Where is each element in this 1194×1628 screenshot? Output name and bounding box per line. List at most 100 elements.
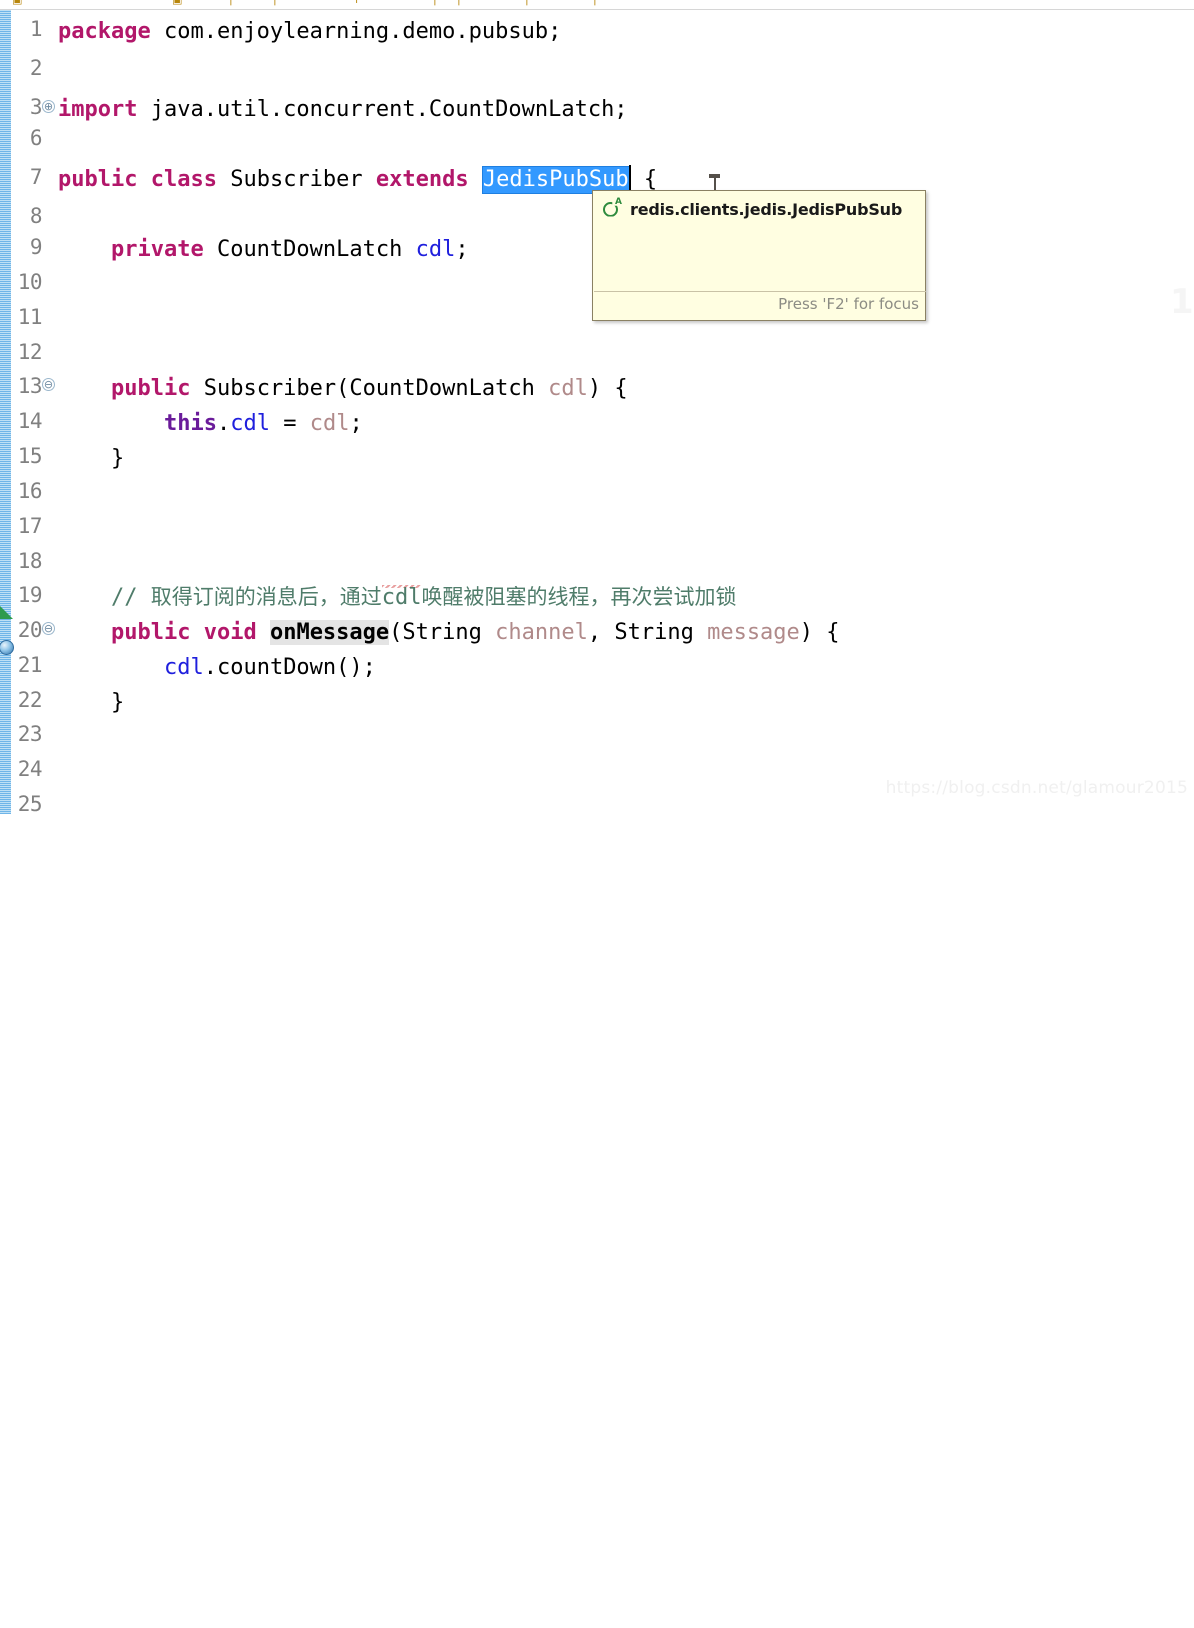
code-line-9[interactable]: private CountDownLatch cdl;	[58, 230, 469, 269]
space-2	[469, 167, 482, 192]
line-number: 18	[17, 549, 43, 573]
keyword-public-method: public	[110, 620, 191, 645]
line-number: 10	[17, 270, 43, 294]
import-path: java.util.concurrent.CountDownLatch;	[137, 97, 628, 122]
class-name-subscriber: Subscriber	[216, 167, 376, 192]
line-number: 24	[17, 757, 43, 781]
abstract-class-icon: A	[603, 196, 622, 219]
line-number: 13	[17, 374, 43, 398]
code-line-20[interactable]: public void onMessage(String channel, St…	[58, 613, 840, 652]
fold-marker-line-20[interactable]: ⊖	[42, 622, 55, 635]
close-brace-15: }	[110, 446, 125, 471]
comment-slashes: //	[110, 585, 151, 610]
line-number: 16	[17, 479, 43, 503]
method-name-onmessage[interactable]: onMessage	[269, 620, 390, 645]
code-line-14[interactable]: this.cdl = cdl;	[58, 404, 363, 443]
assign-operator: =	[269, 411, 310, 436]
tooltip-header-row: A redis.clients.jedis.JedisPubSub	[603, 196, 903, 219]
type-countdownlatch: CountDownLatch	[203, 237, 416, 262]
folding-ruler[interactable]: ⊕ ⊖ ⊖	[42, 10, 58, 814]
code-line-1[interactable]: package com.enjoylearning.demo.pubsub;	[58, 12, 561, 51]
parameter-channel: channel	[495, 620, 588, 645]
change-indicator-bar	[0, 10, 11, 814]
toolbar-icon-5[interactable]: +	[352, 0, 365, 7]
toolbar-icon-3[interactable]: ∣	[228, 0, 241, 7]
keyword-extends: extends	[375, 167, 469, 192]
method-param-sep: , String	[587, 620, 708, 645]
code-editor[interactable]: 1 2 3 6 7 8 9 10 11 12 13 14 15 16 17 18…	[0, 10, 1194, 816]
code-line-19[interactable]: // 取得订阅的消息后，通过cdl唤醒被阻塞的线程，再次尝试加锁	[58, 578, 736, 617]
comment-chinese-part-2: 唤醒被阻塞的线程，再次尝试加锁	[421, 585, 737, 609]
keyword-public-ctor: public	[110, 376, 191, 401]
fold-marker-line-13[interactable]: ⊖	[42, 378, 55, 391]
code-line-13[interactable]: public Subscriber(CountDownLatch cdl) {	[58, 369, 628, 408]
tooltip-title: redis.clients.jedis.JedisPubSub	[630, 200, 903, 219]
line-number: 3	[29, 95, 43, 119]
keyword-this: this	[163, 411, 217, 436]
line-number: 11	[17, 305, 43, 329]
keyword-package: package	[58, 19, 151, 44]
toolbar-icon-6[interactable]: ∣	[432, 0, 445, 7]
field-cdl: cdl	[415, 237, 456, 262]
line-number: 17	[17, 514, 43, 538]
toolbar-icon-7[interactable]: ∣	[456, 0, 469, 7]
line-number: 8	[29, 204, 43, 228]
line-number: 9	[29, 235, 43, 259]
code-line-7[interactable]: public class Subscriber extends JedisPub…	[58, 160, 657, 199]
code-line-22[interactable]: }	[58, 683, 124, 722]
field-cdl-call: cdl	[163, 655, 204, 680]
open-brace: {	[630, 167, 658, 192]
class-icon-superscript: A	[615, 196, 622, 207]
line-number-ruler: 1 2 3 6 7 8 9 10 11 12 13 14 15 16 17 18…	[11, 10, 44, 816]
space-1	[137, 167, 150, 192]
tooltip-body: A redis.clients.jedis.JedisPubSub	[593, 191, 925, 291]
semicolon-14: ;	[349, 411, 363, 436]
package-name: com.enjoylearning.demo.pubsub;	[150, 19, 562, 44]
toolbar-icon-1[interactable]: ▣	[12, 0, 25, 7]
fold-marker-line-3[interactable]: ⊕	[42, 100, 55, 113]
parameter-message: message	[707, 620, 800, 645]
line-number: 6	[29, 126, 43, 150]
toolbar-icon-4[interactable]: ∣	[272, 0, 285, 7]
line-number: 22	[17, 688, 43, 712]
tooltip-footer-separator	[594, 291, 926, 292]
keyword-public: public	[58, 167, 138, 192]
line-number: 19	[17, 583, 43, 607]
method-open-paren: (String	[389, 620, 496, 645]
code-line-3[interactable]: import java.util.concurrent.CountDownLat…	[58, 90, 628, 129]
line-number: 7	[29, 165, 43, 189]
comment-chinese-part-1: 取得订阅的消息后，通过	[150, 585, 382, 609]
watermark-ghost: 1	[1170, 282, 1194, 322]
keyword-private: private	[110, 237, 204, 262]
line-number: 20	[17, 618, 43, 642]
code-line-21[interactable]: cdl.countDown();	[58, 648, 376, 687]
comment-code-cdl: cdl	[381, 585, 422, 610]
line-number: 12	[17, 340, 43, 364]
toolbar-strip[interactable]: ▣ ▣ ∣ ∣ + ∣ ∣ ∣ ∣	[0, 0, 1194, 9]
watermark-url: https://blog.csdn.net/glamour2015	[885, 778, 1188, 798]
line-number: 25	[17, 792, 43, 816]
line-number: 14	[17, 409, 43, 433]
parameter-cdl: cdl	[548, 376, 588, 401]
line-number: 15	[17, 444, 43, 468]
code-text-area[interactable]: package com.enjoylearning.demo.pubsub; i…	[58, 10, 1194, 814]
tooltip-pointer	[714, 176, 716, 191]
hover-tooltip[interactable]: A redis.clients.jedis.JedisPubSub Press …	[592, 190, 926, 321]
keyword-class: class	[150, 167, 217, 192]
parameter-cdl-value: cdl	[309, 411, 350, 436]
toolbar-icon-9[interactable]: ∣	[592, 0, 605, 7]
field-cdl-assign: cdl	[230, 411, 270, 436]
code-line-15[interactable]: }	[58, 439, 124, 478]
close-brace-22: }	[110, 690, 125, 715]
line-number: 21	[17, 653, 43, 677]
toolbar-icon-2[interactable]: ▣	[172, 0, 185, 7]
line-number: 2	[29, 56, 43, 80]
method-close-paren: ) {	[799, 620, 840, 645]
keyword-import: import	[58, 97, 138, 122]
tooltip-footer-hint: Press 'F2' for focus	[778, 295, 919, 313]
line-number: 1	[29, 17, 43, 41]
line-number: 23	[17, 722, 43, 746]
toolbar-icon-8[interactable]: ∣	[524, 0, 537, 7]
constructor-signature: Subscriber(CountDownLatch	[190, 376, 549, 401]
dot: .	[216, 411, 231, 436]
